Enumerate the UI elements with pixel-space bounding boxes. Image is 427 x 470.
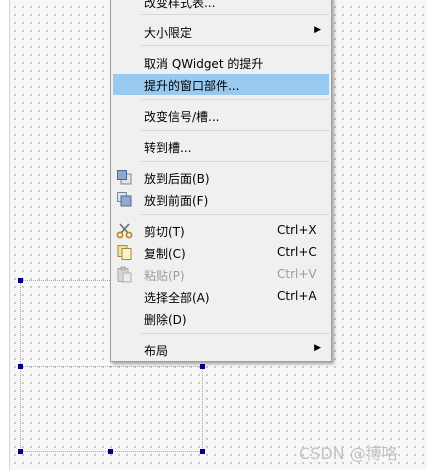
menu-item-label: 剪切(T) [144,225,185,239]
menu-item-label: 放到后面(B) [144,172,210,186]
send-to-back-icon [116,169,133,186]
menu-separator [141,45,329,46]
designer-left-edge [0,0,10,470]
context-menu: 改变样式表... 大小限定 ▶ 取消 QWidget 的提升 提升的窗口部件..… [110,0,332,362]
selection-handle[interactable] [200,449,205,454]
menu-item-layout[interactable]: 布局 ▶ [113,339,329,360]
submenu-arrow-icon: ▶ [314,25,321,35]
selection-handle[interactable] [18,449,23,454]
menu-item-send-to-back[interactable]: 放到后面(B) [113,167,329,188]
menu-item-label: 改变信号/槽... [144,110,220,124]
selection-handle[interactable] [200,364,205,369]
menu-separator [141,14,329,15]
layout-guide-line [20,280,110,281]
selection-handle[interactable] [18,364,23,369]
menu-item-label: 放到前面(F) [144,194,209,208]
paste-icon [116,266,133,283]
menu-item-label: 改变样式表... [144,0,216,10]
menu-item-shortcut: Ctrl+X [277,223,317,237]
menu-item-size-constraints[interactable]: 大小限定 ▶ [113,21,329,42]
menu-item-label: 粘贴(P) [144,269,185,283]
menu-separator [141,99,329,100]
menu-item-change-stylesheet[interactable]: 改变样式表... [113,0,329,12]
layout-guide-line [110,366,202,367]
menu-item-label: 选择全部(A) [144,291,210,305]
bring-to-front-icon [116,191,133,208]
menu-item-shortcut: Ctrl+V [277,267,317,281]
menu-item-label: 提升的窗口部件... [144,79,240,93]
watermark: CSDN @博咯 [299,444,398,463]
menu-item-paste[interactable]: 粘贴(P) Ctrl+V [113,264,329,285]
menu-item-change-signals-slots[interactable]: 改变信号/槽... [113,105,329,126]
layout-guide-line [20,366,110,367]
selection-handle[interactable] [108,449,113,454]
menu-item-label: 布局 [144,344,169,358]
menu-item-promoted-widgets[interactable]: 提升的窗口部件... [113,74,329,95]
menu-item-label: 删除(D) [144,313,187,327]
menu-item-demote-qwidget[interactable]: 取消 QWidget 的提升 [113,52,329,73]
menu-item-shortcut: Ctrl+A [277,289,317,303]
menu-separator [141,333,329,334]
menu-item-delete[interactable]: 删除(D) [113,308,329,329]
menu-item-label: 取消 QWidget 的提升 [144,57,264,71]
menu-item-go-to-slot[interactable]: 转到槽... [113,136,329,157]
menu-item-label: 大小限定 [144,26,193,40]
menu-item-shortcut: Ctrl+C [277,245,317,259]
selection-handle[interactable] [18,278,23,283]
menu-item-select-all[interactable]: 选择全部(A) Ctrl+A [113,286,329,307]
copy-icon [116,244,133,261]
menu-separator [141,130,329,131]
menu-item-label: 复制(C) [144,247,186,261]
submenu-arrow-icon: ▶ [314,343,321,353]
layout-guide-line [202,366,203,452]
menu-separator [141,214,329,215]
menu-item-cut[interactable]: 剪切(T) Ctrl+X [113,220,329,241]
menu-item-copy[interactable]: 复制(C) Ctrl+C [113,242,329,263]
menu-item-bring-to-front[interactable]: 放到前面(F) [113,189,329,210]
scissors-icon [116,222,133,239]
menu-separator [141,161,329,162]
menu-item-label: 转到槽... [144,141,192,155]
